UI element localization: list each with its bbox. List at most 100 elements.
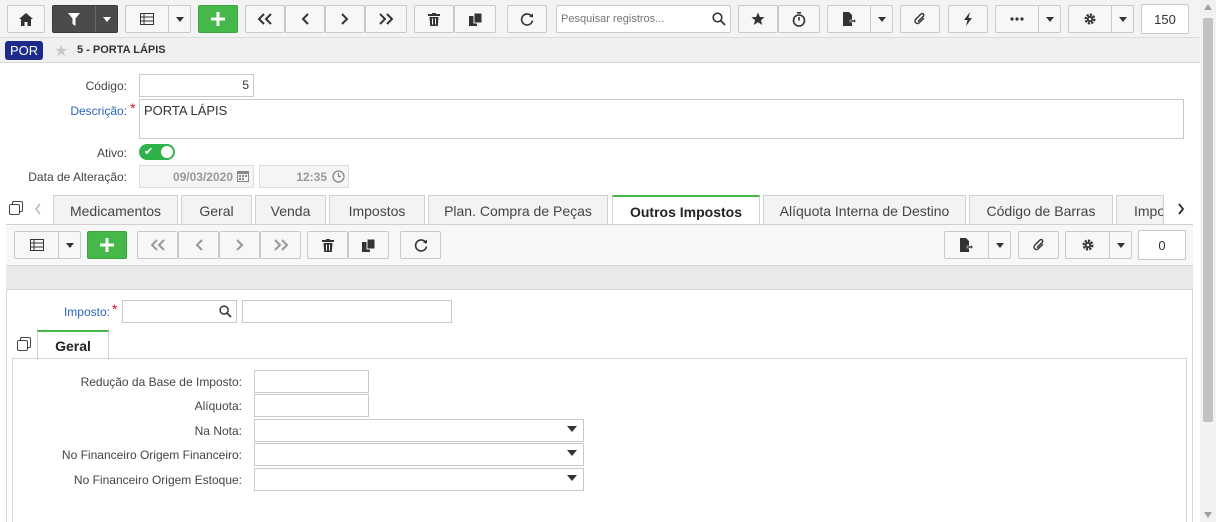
scroll-down-icon[interactable]: [1204, 512, 1212, 518]
na-nota-select[interactable]: [254, 419, 584, 442]
tab-aliquota-interna-destino[interactable]: Alíquota Interna de Destino: [763, 195, 966, 225]
grid-view-icon: [140, 13, 154, 25]
page-size-value: 150: [1154, 11, 1176, 27]
clock-icon: [332, 170, 345, 186]
home-button[interactable]: [7, 5, 45, 33]
settings-button[interactable]: [1068, 5, 1134, 33]
filter-button[interactable]: [52, 5, 118, 33]
attachments-button[interactable]: [900, 5, 940, 33]
detail-grid-view-icon: [29, 239, 44, 251]
settings-dropdown-icon[interactable]: [1111, 6, 1133, 32]
detail-last-button[interactable]: [260, 231, 301, 259]
tab-venda[interactable]: Venda: [255, 195, 326, 225]
more-options-button[interactable]: [995, 5, 1061, 33]
add-record-button[interactable]: [198, 5, 238, 33]
timer-button[interactable]: [778, 5, 820, 33]
tab-codigo-de-barras[interactable]: Código de Barras: [969, 195, 1113, 225]
codigo-field[interactable]: 5: [139, 74, 254, 97]
tab-geral[interactable]: Geral: [181, 195, 252, 225]
codigo-label: Código:: [85, 79, 127, 93]
detail-settings-dropdown-icon[interactable]: [1109, 232, 1131, 258]
required-asterisk: *: [130, 100, 136, 116]
detail-previous-button[interactable]: [178, 231, 219, 259]
detail-duplicate-button[interactable]: [348, 231, 389, 259]
next-record-button[interactable]: [325, 5, 365, 33]
export-button[interactable]: [827, 5, 893, 33]
scrollbar-thumb[interactable]: [1203, 18, 1213, 422]
search-input[interactable]: [557, 6, 707, 32]
financeiro-origem-estoque-select[interactable]: [254, 468, 584, 491]
imposto-description-field[interactable]: [242, 300, 452, 323]
tab-medicamentos[interactable]: Medicamentos: [53, 195, 178, 225]
delete-button[interactable]: [414, 5, 454, 33]
tab-impostos[interactable]: Impostos: [329, 195, 425, 225]
tab-outros-impostos[interactable]: Outros Impostos: [612, 195, 760, 226]
favorite-button[interactable]: [738, 5, 778, 33]
inner-tab-geral[interactable]: Geral: [37, 330, 109, 360]
check-icon: ✔: [144, 146, 154, 158]
detail-copy-icon: [362, 238, 375, 252]
scroll-up-icon[interactable]: [1204, 4, 1212, 10]
detail-view-mode-dropdown-icon[interactable]: [58, 232, 80, 258]
financeiro-origem-financeiro-caret-icon: [567, 450, 577, 456]
imposto-code-field[interactable]: [122, 300, 237, 323]
actions-button[interactable]: [948, 5, 988, 33]
plus-icon: [211, 12, 225, 26]
detail-first-button[interactable]: [137, 231, 178, 259]
star-icon: [751, 12, 765, 26]
search-icon[interactable]: [712, 12, 726, 26]
record-title-bar: POR ★ 5 - PORTA LÁPIS: [0, 38, 1200, 63]
record-title: 5 - PORTA LÁPIS: [77, 44, 166, 56]
detail-gear-icon: [1081, 238, 1095, 252]
detail-chevron-left-icon: [195, 239, 203, 251]
detail-export-dropdown-icon[interactable]: [988, 232, 1010, 258]
detail-attachments-button[interactable]: [1018, 231, 1059, 259]
imposto-required-asterisk: *: [112, 301, 118, 317]
double-chevron-left-icon: [258, 13, 272, 25]
ativo-toggle[interactable]: ✔: [139, 144, 175, 160]
descricao-field[interactable]: PORTA LÁPIS: [139, 99, 1184, 139]
data-alteracao-label: Data de Alteração:: [28, 170, 127, 184]
view-mode-dropdown-icon[interactable]: [168, 6, 190, 32]
detail-double-chevron-left-icon: [150, 239, 165, 251]
more-options-dropdown-icon[interactable]: [1038, 6, 1060, 32]
first-record-button[interactable]: [245, 5, 285, 33]
tabs-copy-icon[interactable]: [9, 201, 23, 218]
detail-view-mode-button[interactable]: [14, 231, 81, 259]
tab-impo-partial[interactable]: Impo: [1116, 195, 1164, 225]
detail-add-button[interactable]: [87, 231, 127, 259]
na-nota-label: Na Nota:: [194, 424, 242, 438]
hora-alteracao-value: 12:35: [296, 170, 327, 184]
calendar-icon: [237, 170, 249, 185]
detail-trash-icon: [321, 238, 334, 252]
last-record-button[interactable]: [365, 5, 407, 33]
financeiro-origem-estoque-caret-icon: [567, 475, 577, 481]
home-icon: [19, 12, 33, 26]
imposto-search-icon[interactable]: [219, 305, 232, 321]
duplicate-button[interactable]: [454, 5, 496, 33]
detail-settings-button[interactable]: [1065, 231, 1132, 259]
page-scrollbar[interactable]: [1200, 0, 1216, 522]
detail-refresh-button[interactable]: [400, 231, 441, 259]
aliquota-field[interactable]: [254, 394, 369, 417]
previous-record-button[interactable]: [285, 5, 325, 33]
tabs-scroll-left-icon[interactable]: [34, 203, 42, 218]
tabs-scroll-right-icon[interactable]: [1177, 203, 1185, 218]
tab-plan-compra-pecas[interactable]: Plan. Compra de Peças: [428, 195, 608, 225]
inner-tabs-copy-icon[interactable]: [17, 337, 31, 354]
detail-delete-button[interactable]: [307, 231, 348, 259]
detail-export-button[interactable]: [944, 231, 1011, 259]
filter-dropdown-icon[interactable]: [95, 6, 117, 32]
detail-next-button[interactable]: [219, 231, 260, 259]
export-dropdown-icon[interactable]: [870, 6, 892, 32]
filter-icon: [68, 12, 80, 26]
reducao-base-field[interactable]: [254, 370, 369, 393]
refresh-button[interactable]: [507, 5, 547, 33]
view-mode-button[interactable]: [125, 5, 191, 33]
paperclip-icon: [913, 12, 927, 26]
favorite-star-icon[interactable]: ★: [54, 41, 68, 61]
data-alteracao-value: 09/03/2020: [172, 170, 233, 184]
page-size-box[interactable]: 150: [1141, 4, 1189, 34]
financeiro-origem-financeiro-select[interactable]: [254, 443, 584, 466]
trash-icon: [428, 12, 440, 26]
